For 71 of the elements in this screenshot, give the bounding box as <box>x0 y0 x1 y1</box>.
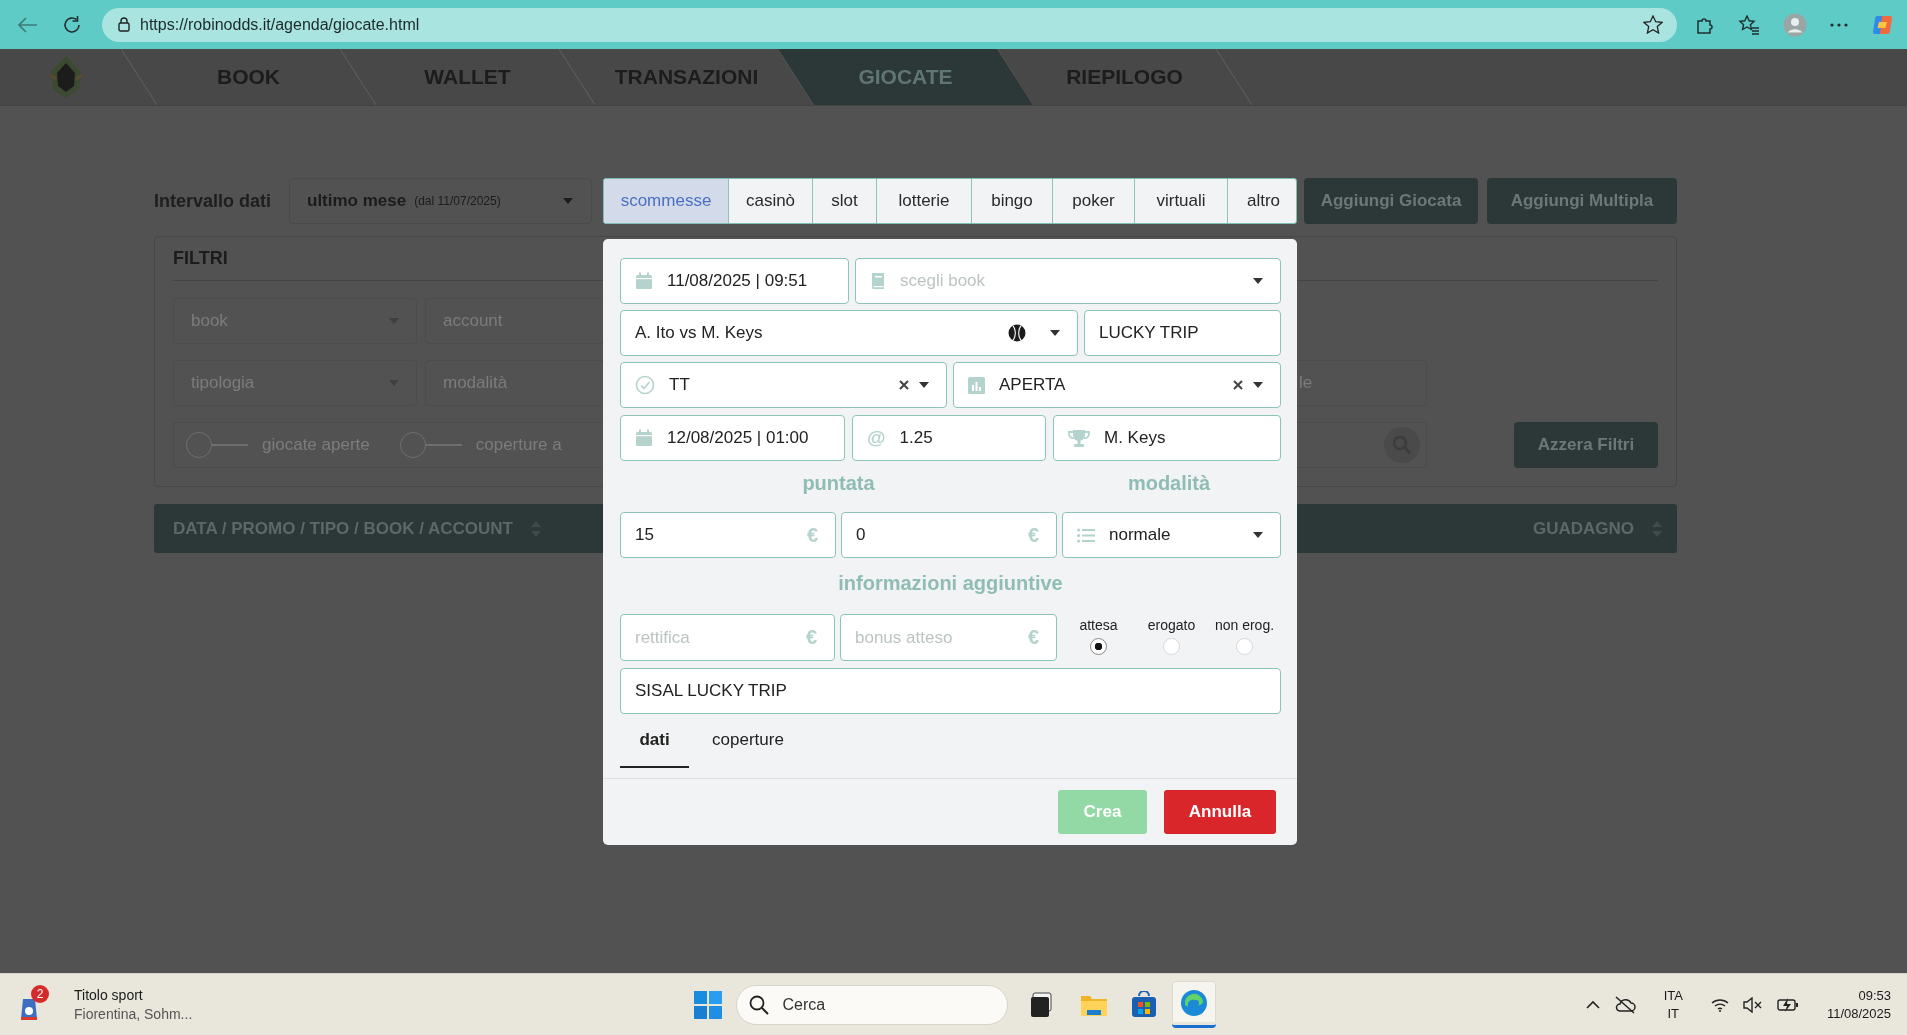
section-label: informazioni aggiuntive <box>838 571 1063 595</box>
category-tab[interactable]: virtuali <box>1134 179 1227 223</box>
address-bar[interactable]: https://robinodds.it/agenda/giocate.html <box>102 7 1677 42</box>
wifi-icon[interactable] <box>1710 997 1729 1012</box>
radio-label: attesa <box>1079 617 1118 633</box>
back-icon[interactable] <box>18 16 38 33</box>
muted-speaker-icon[interactable] <box>1742 996 1763 1013</box>
input-field[interactable]: 11/08/2025 | 09:51 <box>620 258 849 304</box>
favorite-star-icon[interactable] <box>1643 15 1663 34</box>
favorites-icon[interactable] <box>1738 14 1760 35</box>
url-text: https://robinodds.it/agenda/giocate.html <box>140 15 420 34</box>
input-field[interactable]: LUCKY TRIP <box>1084 310 1281 356</box>
reload-icon[interactable] <box>62 14 82 35</box>
category-tab[interactable]: altro <box>1227 179 1296 223</box>
widget-title: Titolo sport <box>74 987 144 1003</box>
input-field[interactable]: @ 1.25 <box>852 415 1046 461</box>
radio-button[interactable] <box>1090 638 1107 655</box>
radio-label: erogato <box>1147 617 1196 633</box>
hooded-logo-icon <box>48 55 84 99</box>
check-circle-icon <box>635 375 655 395</box>
select-field[interactable]: TT <box>620 362 947 408</box>
book-icon <box>870 272 886 290</box>
battery-icon[interactable] <box>1776 996 1799 1013</box>
calendar-icon <box>635 272 653 290</box>
category-tab[interactable]: lotterie <box>876 179 971 223</box>
calendar-icon <box>635 429 653 447</box>
category-tab[interactable]: bingo <box>971 179 1052 223</box>
search-field[interactable] <box>1297 422 1427 468</box>
caret-icon <box>1253 382 1263 388</box>
clear-icon[interactable] <box>899 380 909 390</box>
list-icon <box>1077 527 1095 543</box>
caret-icon <box>563 198 573 204</box>
caret-icon <box>1253 278 1263 284</box>
radio-label: non erog. <box>1214 617 1275 633</box>
clear-icon[interactable] <box>1233 380 1243 390</box>
caret-icon <box>1050 330 1060 336</box>
caret-icon <box>919 382 929 388</box>
language-code[interactable]: IT <box>1667 1004 1680 1023</box>
search-field[interactable]: Cerca <box>735 984 1008 1025</box>
tab[interactable]: coperture <box>689 714 807 768</box>
cloud-off-icon[interactable] <box>1613 995 1636 1014</box>
more-icon[interactable] <box>1830 22 1848 27</box>
notification-badge: 2 <box>31 984 49 1003</box>
browser-icon[interactable] <box>1171 981 1216 1028</box>
category-tab[interactable]: slot <box>812 179 876 223</box>
input-field[interactable]: 15 € <box>620 512 836 558</box>
category-tab[interactable]: poker <box>1052 179 1134 223</box>
tab[interactable]: dati <box>620 714 689 768</box>
input-field[interactable]: SISAL LUCKY TRIP <box>620 668 1281 714</box>
select-field[interactable]: A. Ito vs M. Keys <box>620 310 1078 356</box>
trophy-icon <box>1068 428 1090 448</box>
input-field[interactable]: 0 € <box>841 512 1057 558</box>
category-tab[interactable]: casinò <box>728 179 812 223</box>
clock-time[interactable]: 09:53 <box>1858 986 1891 1005</box>
input-field[interactable]: 12/08/2025 | 01:00 <box>620 415 845 461</box>
chart-icon <box>968 376 985 394</box>
widget-subtitle: Fiorentina, Sohm... <box>74 1006 193 1022</box>
select-field[interactable]: APERTA <box>953 362 1281 408</box>
chevron-up-icon[interactable] <box>1585 1000 1600 1009</box>
section-label: modalità <box>1127 471 1211 495</box>
clock-date[interactable]: 11/08/2025 <box>1826 1004 1891 1023</box>
caret-icon <box>1253 532 1263 538</box>
lock-icon <box>118 17 130 32</box>
category-tab[interactable]: scommesse <box>604 179 728 223</box>
select-field[interactable]: normale <box>1062 512 1281 558</box>
section-label: puntata <box>802 471 875 495</box>
tennis-ball-icon <box>1008 324 1026 342</box>
search-icon <box>748 994 769 1015</box>
language-code[interactable]: ITA <box>1663 986 1683 1005</box>
input-field[interactable]: M. Keys <box>1053 415 1281 461</box>
cancel-button[interactable]: Annulla <box>1164 790 1276 834</box>
